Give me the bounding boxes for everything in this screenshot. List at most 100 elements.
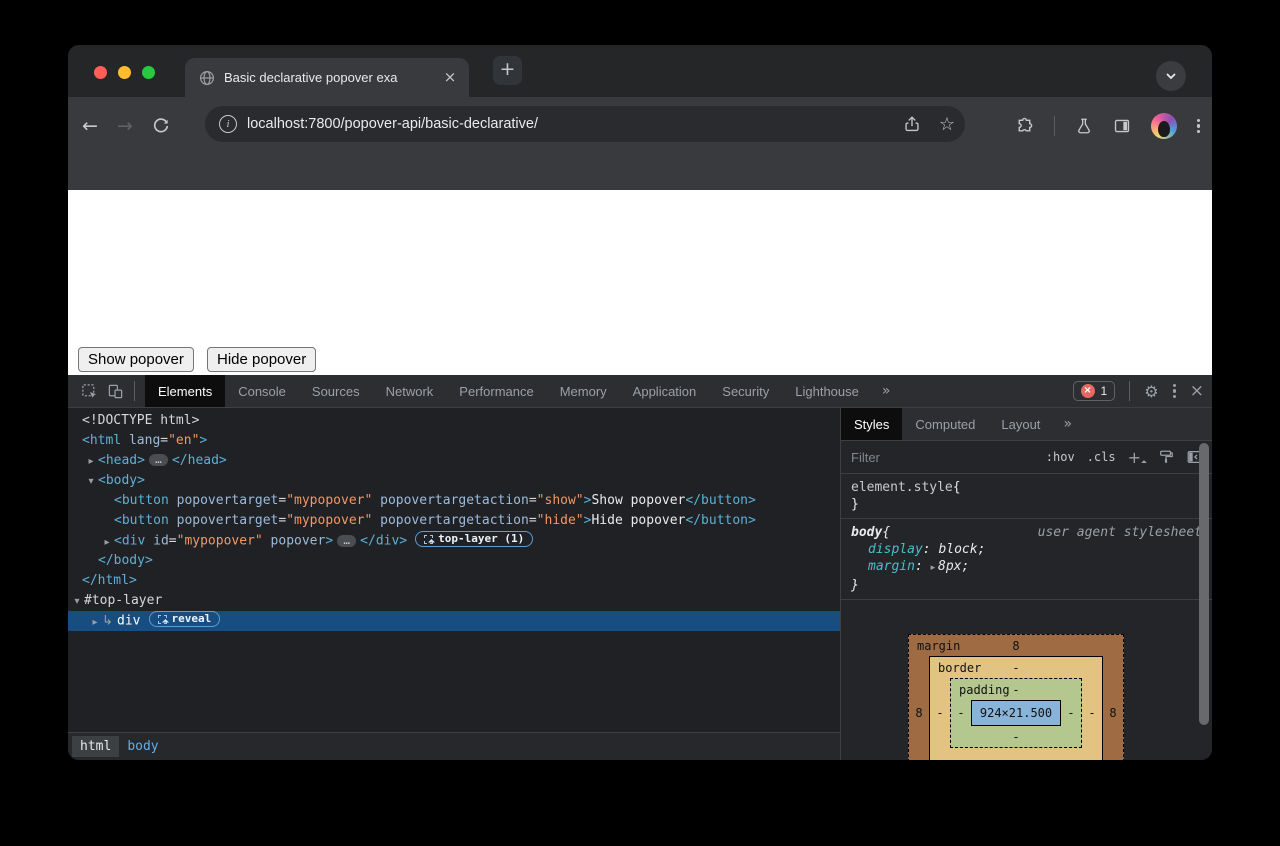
- dom-tree-line[interactable]: ▸<div id="mypopover" popover>…</div>top-…: [68, 531, 840, 551]
- border-top-value[interactable]: -: [1012, 661, 1019, 675]
- extensions-puzzle-icon[interactable]: [1015, 117, 1034, 136]
- dom-token: =: [529, 493, 537, 508]
- expand-arrow-icon[interactable]: ▸: [84, 452, 98, 472]
- url-input[interactable]: localhost:7800/popover-api/basic-declara…: [247, 116, 885, 132]
- pseudo-toggle-cls[interactable]: .cls: [1087, 450, 1116, 464]
- expand-right-icon[interactable]: ▸: [931, 563, 938, 573]
- styles-sidebar: StylesComputedLayout » :hov .cls +: [840, 408, 1212, 760]
- paint-roller-icon[interactable]: [1158, 449, 1174, 465]
- box-model-padding[interactable]: padding - - 924×21.500 -: [950, 678, 1082, 748]
- bookmark-star-icon[interactable]: ☆: [939, 114, 955, 135]
- devtools-tab-console[interactable]: Console: [225, 375, 299, 407]
- site-info-icon[interactable]: i: [219, 115, 237, 133]
- devtools-tab-sources[interactable]: Sources: [299, 375, 373, 407]
- dom-tree-line[interactable]: ▾#top-layer: [68, 591, 840, 611]
- sidebar-more-tabs-icon[interactable]: »: [1053, 408, 1082, 440]
- padding-bottom-value[interactable]: -: [1012, 730, 1019, 744]
- expand-arrow-icon[interactable]: ▾: [84, 472, 98, 492]
- dom-tree-line[interactable]: ▸<head>…</head>: [68, 451, 840, 471]
- new-tab-button[interactable]: +: [493, 56, 522, 85]
- tab-search-chevron-button[interactable]: [1156, 61, 1186, 91]
- dom-token: popovertarget: [177, 513, 279, 528]
- devtools-tab-application[interactable]: Application: [620, 375, 710, 407]
- tab-close-icon[interactable]: ×: [441, 69, 459, 87]
- tabbar-divider: [134, 381, 135, 401]
- devtools-tab-security[interactable]: Security: [709, 375, 782, 407]
- dom-token: [145, 534, 153, 549]
- dom-tree-line[interactable]: </html>: [68, 571, 840, 591]
- box-model-border[interactable]: border - - padding -: [929, 656, 1103, 760]
- expand-arrow-icon[interactable]: ▾: [70, 592, 84, 612]
- css-property[interactable]: display: block;: [851, 541, 1202, 558]
- expand-arrow-icon[interactable]: ▸: [100, 533, 114, 553]
- inspect-element-icon[interactable]: [76, 378, 102, 404]
- sidebar-scrollbar[interactable]: [1199, 443, 1209, 725]
- box-model-margin[interactable]: margin 8 8 border - -: [908, 634, 1124, 760]
- profile-avatar[interactable]: [1151, 113, 1177, 139]
- border-label: border: [938, 661, 981, 675]
- padding-top-value[interactable]: -: [1012, 683, 1019, 697]
- device-toolbar-icon[interactable]: [102, 378, 128, 404]
- sidebar-tab-layout[interactable]: Layout: [988, 408, 1053, 440]
- devtools-tab-memory[interactable]: Memory: [547, 375, 620, 407]
- rule-selector: element.style: [851, 479, 953, 496]
- node-ellipsis-button[interactable]: …: [337, 535, 356, 547]
- devtools-tab-network[interactable]: Network: [373, 375, 447, 407]
- styles-filter-input[interactable]: [851, 450, 1034, 465]
- forward-button[interactable]: →: [117, 115, 133, 137]
- padding-left-value[interactable]: -: [951, 706, 971, 720]
- dom-tree-line[interactable]: <html lang="en">: [68, 431, 840, 451]
- adorner-badge[interactable]: top-layer (1): [415, 531, 533, 547]
- devtools-tab-performance[interactable]: Performance: [446, 375, 546, 407]
- browser-tab[interactable]: Basic declarative popover exa ×: [185, 58, 469, 97]
- dom-tree-line[interactable]: ▾<body>: [68, 471, 840, 491]
- devtools-menu-kebab-icon[interactable]: [1173, 384, 1176, 399]
- browser-menu-kebab-icon[interactable]: [1197, 119, 1200, 134]
- zoom-window-button[interactable]: [142, 66, 155, 79]
- hide-popover-button[interactable]: Hide popover: [207, 347, 316, 372]
- minimize-window-button[interactable]: [118, 66, 131, 79]
- reload-button[interactable]: [152, 117, 170, 135]
- breadcrumb-html[interactable]: html: [72, 736, 119, 757]
- experiments-flask-icon[interactable]: [1075, 117, 1093, 135]
- address-bar[interactable]: i localhost:7800/popover-api/basic-decla…: [205, 106, 965, 142]
- margin-left-value[interactable]: 8: [909, 706, 929, 720]
- close-window-button[interactable]: [94, 66, 107, 79]
- margin-top-value[interactable]: 8: [1012, 639, 1019, 653]
- node-ellipsis-button[interactable]: …: [149, 454, 168, 466]
- css-rule-elementstyle[interactable]: element.style {}: [841, 474, 1212, 519]
- css-property[interactable]: margin: ▸ 8px;: [851, 558, 1202, 577]
- sidebar-tab-styles[interactable]: Styles: [841, 408, 902, 440]
- dom-token: "en": [168, 433, 199, 448]
- more-tabs-icon[interactable]: »: [872, 383, 901, 399]
- adorner-badge[interactable]: reveal: [149, 611, 221, 627]
- margin-right-value[interactable]: 8: [1103, 706, 1123, 720]
- expand-arrow-icon[interactable]: ▸: [88, 613, 102, 633]
- share-icon[interactable]: [903, 115, 921, 133]
- css-rule-body[interactable]: body {user agent stylesheetdisplay: bloc…: [841, 519, 1212, 600]
- error-badge[interactable]: × 1: [1073, 381, 1116, 401]
- dom-tree-line[interactable]: </body>: [68, 551, 840, 571]
- border-left-value[interactable]: -: [930, 706, 950, 720]
- inspect-mini-icon: [158, 615, 167, 624]
- settings-gear-icon[interactable]: ⚙: [1144, 382, 1158, 401]
- dom-tree-line[interactable]: <button popovertarget="mypopover" popove…: [68, 491, 840, 511]
- devtools-tab-elements[interactable]: Elements: [145, 375, 225, 407]
- devtools-tabbar: ElementsConsoleSourcesNetworkPerformance…: [68, 375, 1212, 408]
- new-style-rule-button[interactable]: +: [1128, 448, 1146, 467]
- border-right-value[interactable]: -: [1082, 706, 1102, 720]
- side-panel-icon[interactable]: [1113, 117, 1131, 135]
- show-popover-button[interactable]: Show popover: [78, 347, 194, 372]
- dom-tree-line[interactable]: <!DOCTYPE html>: [68, 411, 840, 431]
- devtools-tab-lighthouse[interactable]: Lighthouse: [782, 375, 872, 407]
- back-button[interactable]: ←: [82, 115, 98, 137]
- breadcrumb-body[interactable]: body: [119, 736, 166, 757]
- sidebar-tab-computed[interactable]: Computed: [902, 408, 988, 440]
- padding-right-value[interactable]: -: [1061, 706, 1081, 720]
- devtools-close-icon[interactable]: ×: [1190, 381, 1204, 401]
- pseudo-toggle-hov[interactable]: :hov: [1046, 450, 1075, 464]
- box-model-content[interactable]: 924×21.500: [971, 700, 1061, 726]
- toolbar-divider: [1054, 116, 1055, 136]
- dom-tree-line[interactable]: <button popovertarget="mypopover" popove…: [68, 511, 840, 531]
- dom-tree-line[interactable]: ▸↳ divreveal: [68, 611, 840, 631]
